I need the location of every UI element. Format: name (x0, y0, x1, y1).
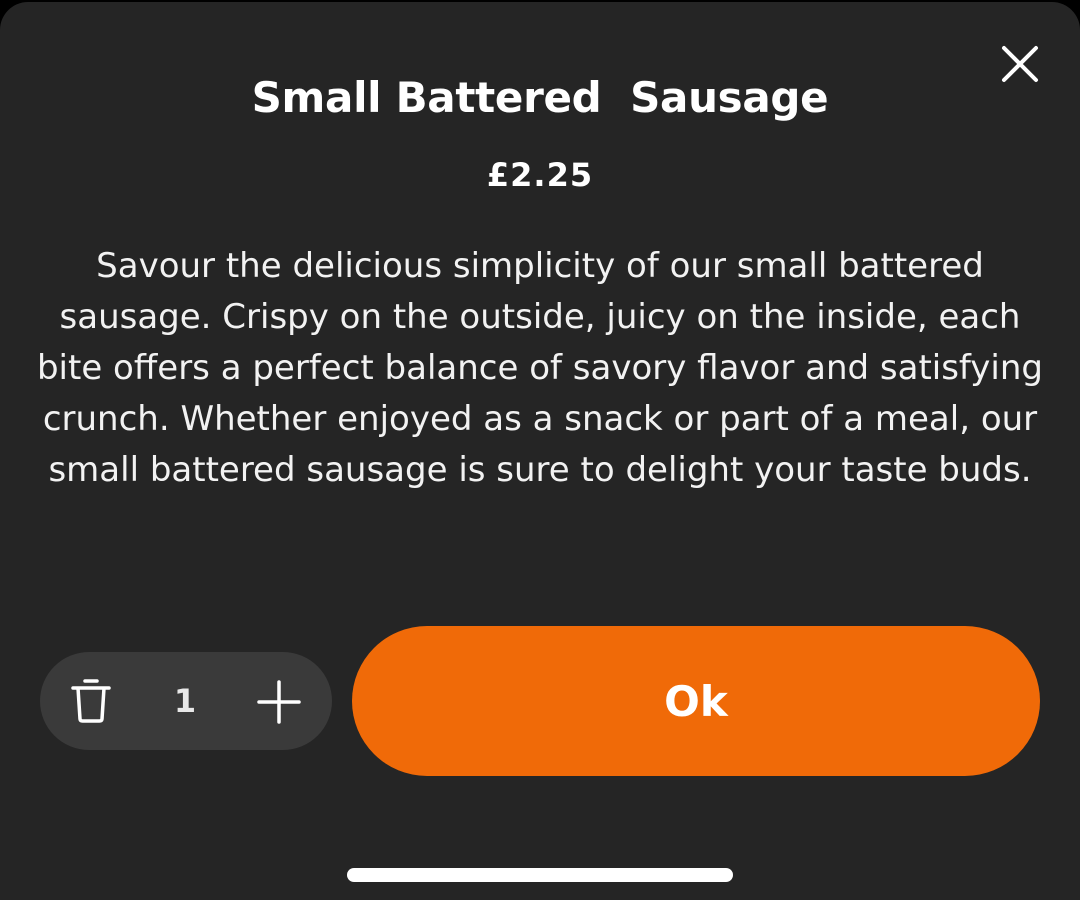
quantity-stepper: 1 (40, 652, 332, 750)
plus-icon (257, 680, 301, 724)
quantity-value: 1 (173, 682, 197, 720)
ok-button-label: Ok (664, 676, 728, 726)
item-detail-sheet: Small Battered Sausage £2.25 Savour the … (0, 2, 1080, 900)
increment-button[interactable] (256, 679, 302, 725)
trash-icon (71, 679, 111, 723)
home-indicator (347, 868, 733, 882)
delete-button[interactable] (68, 677, 114, 725)
item-title: Small Battered Sausage (251, 73, 829, 122)
item-price: £2.25 (486, 156, 594, 194)
ok-button[interactable]: Ok (352, 626, 1040, 776)
item-description: Savour the delicious simplicity of our s… (36, 246, 1044, 490)
